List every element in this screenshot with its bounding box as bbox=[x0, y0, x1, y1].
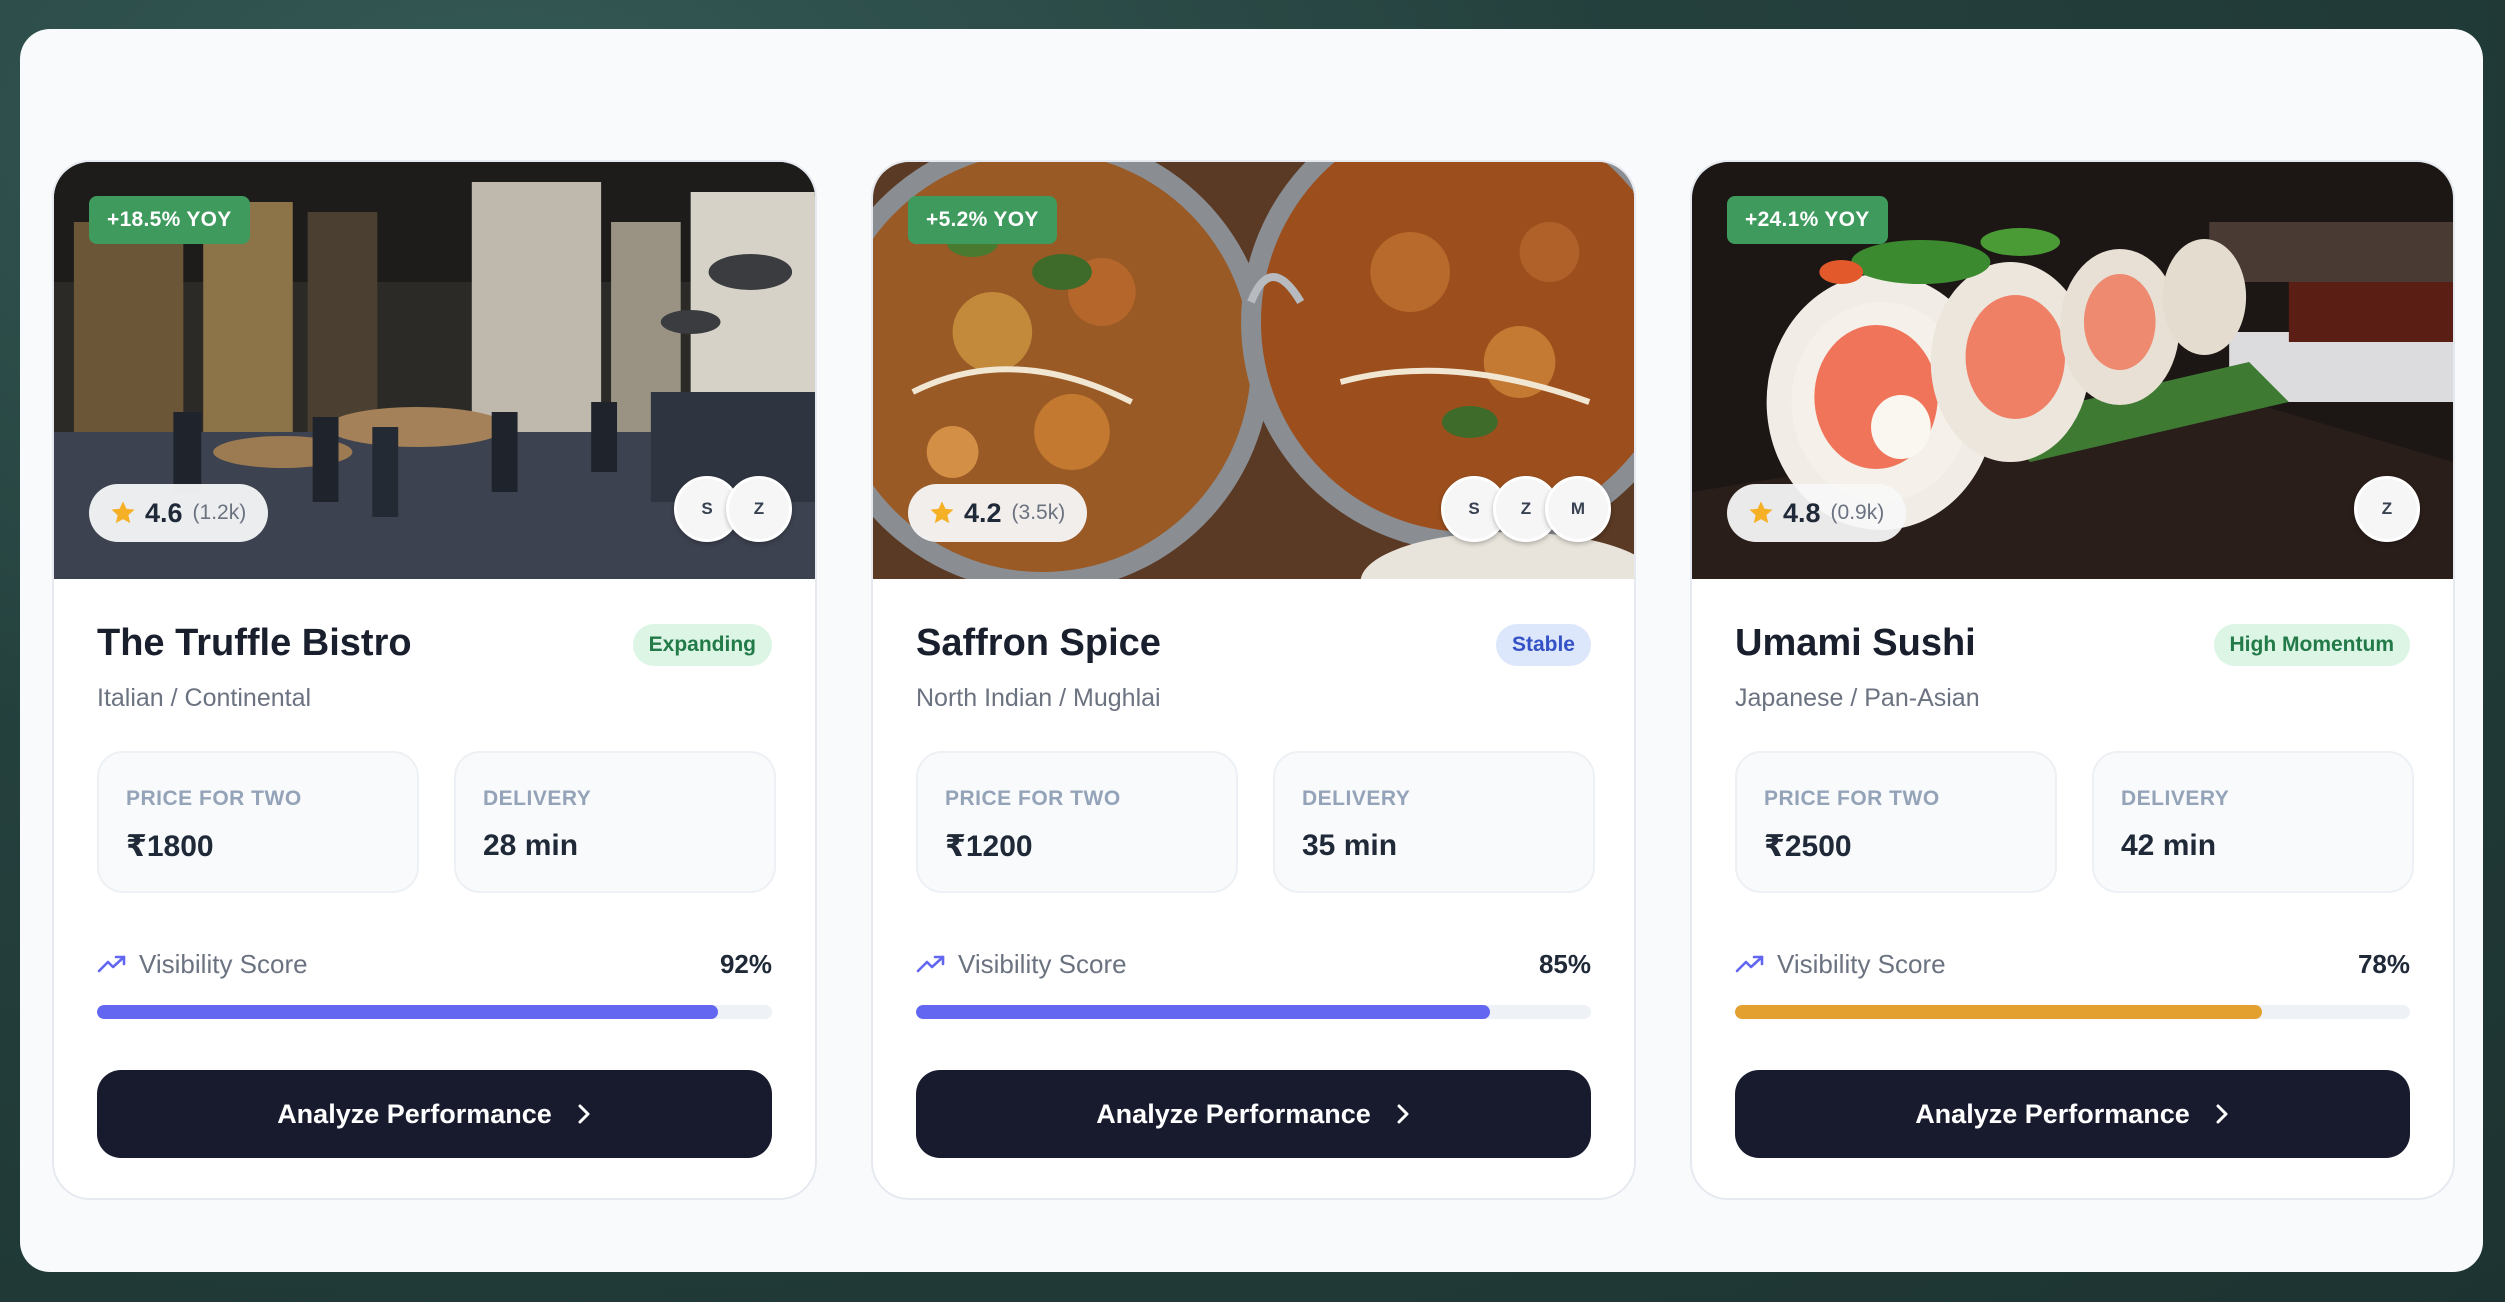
trending-up-icon bbox=[97, 955, 126, 973]
rating-pill: 4.6 (1.2k) bbox=[89, 484, 269, 542]
restaurant-photo: +24.1% YOY 4.8 (0.9k) Z bbox=[1692, 162, 2453, 579]
platform-avatars: Z bbox=[2354, 476, 2420, 542]
analyze-button-label: Analyze Performance bbox=[1915, 1098, 2190, 1129]
price-for-two-box: PRICE FOR TWO ₹2500 bbox=[1735, 751, 2057, 893]
rating-count: (3.5k) bbox=[1011, 501, 1066, 524]
price-value: ₹2500 bbox=[1764, 830, 1852, 863]
analyze-button-label: Analyze Performance bbox=[277, 1098, 552, 1129]
restaurant-photo: +18.5% YOY 4.6 (1.2k) S Z bbox=[54, 162, 815, 579]
visibility-label: Visibility Score bbox=[1777, 948, 1946, 979]
analyze-performance-button[interactable]: Analyze Performance bbox=[1735, 1070, 2410, 1158]
price-value: ₹1800 bbox=[126, 830, 214, 863]
price-value: ₹1200 bbox=[945, 830, 1033, 863]
restaurant-card-umami-sushi: +24.1% YOY 4.8 (0.9k) Z Umami Sushi High… bbox=[1690, 160, 2455, 1200]
cuisine-label: Japanese / Pan-Asian bbox=[1735, 684, 1980, 712]
visibility-progress-fill bbox=[1735, 1005, 2262, 1019]
visibility-percent: 78% bbox=[2357, 948, 2410, 979]
price-label: PRICE FOR TWO bbox=[126, 787, 302, 810]
delivery-value: 35 min bbox=[1302, 829, 1398, 862]
delivery-label: DELIVERY bbox=[1302, 787, 1411, 810]
star-icon bbox=[111, 501, 135, 524]
visibility-row: Visibility Score 85% bbox=[916, 946, 1591, 982]
visibility-progress-fill bbox=[97, 1005, 718, 1019]
yoy-growth-badge: +24.1% YOY bbox=[1727, 196, 1888, 244]
analyze-performance-button[interactable]: Analyze Performance bbox=[97, 1070, 772, 1158]
visibility-progress-fill bbox=[916, 1005, 1490, 1019]
delivery-value: 28 min bbox=[483, 829, 579, 862]
restaurant-name: Umami Sushi bbox=[1735, 622, 1976, 664]
trending-up-icon bbox=[1735, 955, 1764, 973]
visibility-row: Visibility Score 78% bbox=[1735, 946, 2410, 982]
price-label: PRICE FOR TWO bbox=[945, 787, 1121, 810]
rating-pill: 4.2 (3.5k) bbox=[908, 484, 1088, 542]
rating-count: (1.2k) bbox=[192, 501, 247, 524]
price-label: PRICE FOR TWO bbox=[1764, 787, 1940, 810]
visibility-percent: 85% bbox=[1538, 948, 1591, 979]
chevron-right-icon bbox=[2216, 1104, 2228, 1124]
price-for-two-box: PRICE FOR TWO ₹1800 bbox=[97, 751, 419, 893]
trending-up-icon bbox=[916, 955, 945, 973]
rating-value: 4.8 bbox=[1783, 497, 1821, 528]
restaurant-name: The Truffle Bistro bbox=[97, 622, 412, 664]
restaurant-name: Saffron Spice bbox=[916, 622, 1161, 664]
visibility-percent: 92% bbox=[719, 948, 772, 979]
delivery-value: 42 min bbox=[2121, 829, 2217, 862]
visibility-progress-bar bbox=[97, 1005, 772, 1019]
analyze-button-label: Analyze Performance bbox=[1096, 1098, 1371, 1129]
status-badge: Expanding bbox=[632, 624, 772, 666]
platform-avatar[interactable]: Z bbox=[2354, 476, 2420, 542]
delivery-label: DELIVERY bbox=[2121, 787, 2230, 810]
chevron-right-icon bbox=[578, 1104, 590, 1124]
star-icon bbox=[930, 501, 954, 524]
delivery-box: DELIVERY 28 min bbox=[454, 751, 776, 893]
rating-pill: 4.8 (0.9k) bbox=[1727, 484, 1907, 542]
visibility-progress-bar bbox=[916, 1005, 1591, 1019]
chevron-right-icon bbox=[1397, 1104, 1409, 1124]
restaurant-card-truffle-bistro: +18.5% YOY 4.6 (1.2k) S Z The Truffle Bi… bbox=[52, 160, 817, 1200]
delivery-box: DELIVERY 42 min bbox=[2092, 751, 2414, 893]
delivery-box: DELIVERY 35 min bbox=[1273, 751, 1595, 893]
rating-count: (0.9k) bbox=[1830, 501, 1885, 524]
yoy-growth-badge: +5.2% YOY bbox=[908, 196, 1057, 244]
cuisine-label: North Indian / Mughlai bbox=[916, 684, 1161, 712]
restaurant-photo: +5.2% YOY 4.2 (3.5k) S Z M bbox=[873, 162, 1634, 579]
visibility-label: Visibility Score bbox=[139, 948, 308, 979]
rating-value: 4.2 bbox=[964, 497, 1002, 528]
yoy-growth-badge: +18.5% YOY bbox=[89, 196, 250, 244]
price-for-two-box: PRICE FOR TWO ₹1200 bbox=[916, 751, 1238, 893]
restaurant-card-saffron-spice: +5.2% YOY 4.2 (3.5k) S Z M Saffron Spice… bbox=[871, 160, 1636, 1200]
delivery-label: DELIVERY bbox=[483, 787, 592, 810]
restaurant-dashboard-panel: +18.5% YOY 4.6 (1.2k) S Z The Truffle Bi… bbox=[20, 29, 2483, 1272]
visibility-progress-bar bbox=[1735, 1005, 2410, 1019]
visibility-row: Visibility Score 92% bbox=[97, 946, 772, 982]
rating-value: 4.6 bbox=[145, 497, 183, 528]
platform-avatar[interactable]: M bbox=[1545, 476, 1611, 542]
star-icon bbox=[1749, 501, 1773, 524]
status-badge: Stable bbox=[1495, 624, 1591, 666]
status-badge: High Momentum bbox=[2213, 624, 2410, 666]
cuisine-label: Italian / Continental bbox=[97, 684, 312, 712]
platform-avatars: S Z bbox=[674, 476, 792, 542]
analyze-performance-button[interactable]: Analyze Performance bbox=[916, 1070, 1591, 1158]
platform-avatars: S Z M bbox=[1441, 476, 1611, 542]
visibility-label: Visibility Score bbox=[958, 948, 1127, 979]
platform-avatar[interactable]: Z bbox=[726, 476, 792, 542]
